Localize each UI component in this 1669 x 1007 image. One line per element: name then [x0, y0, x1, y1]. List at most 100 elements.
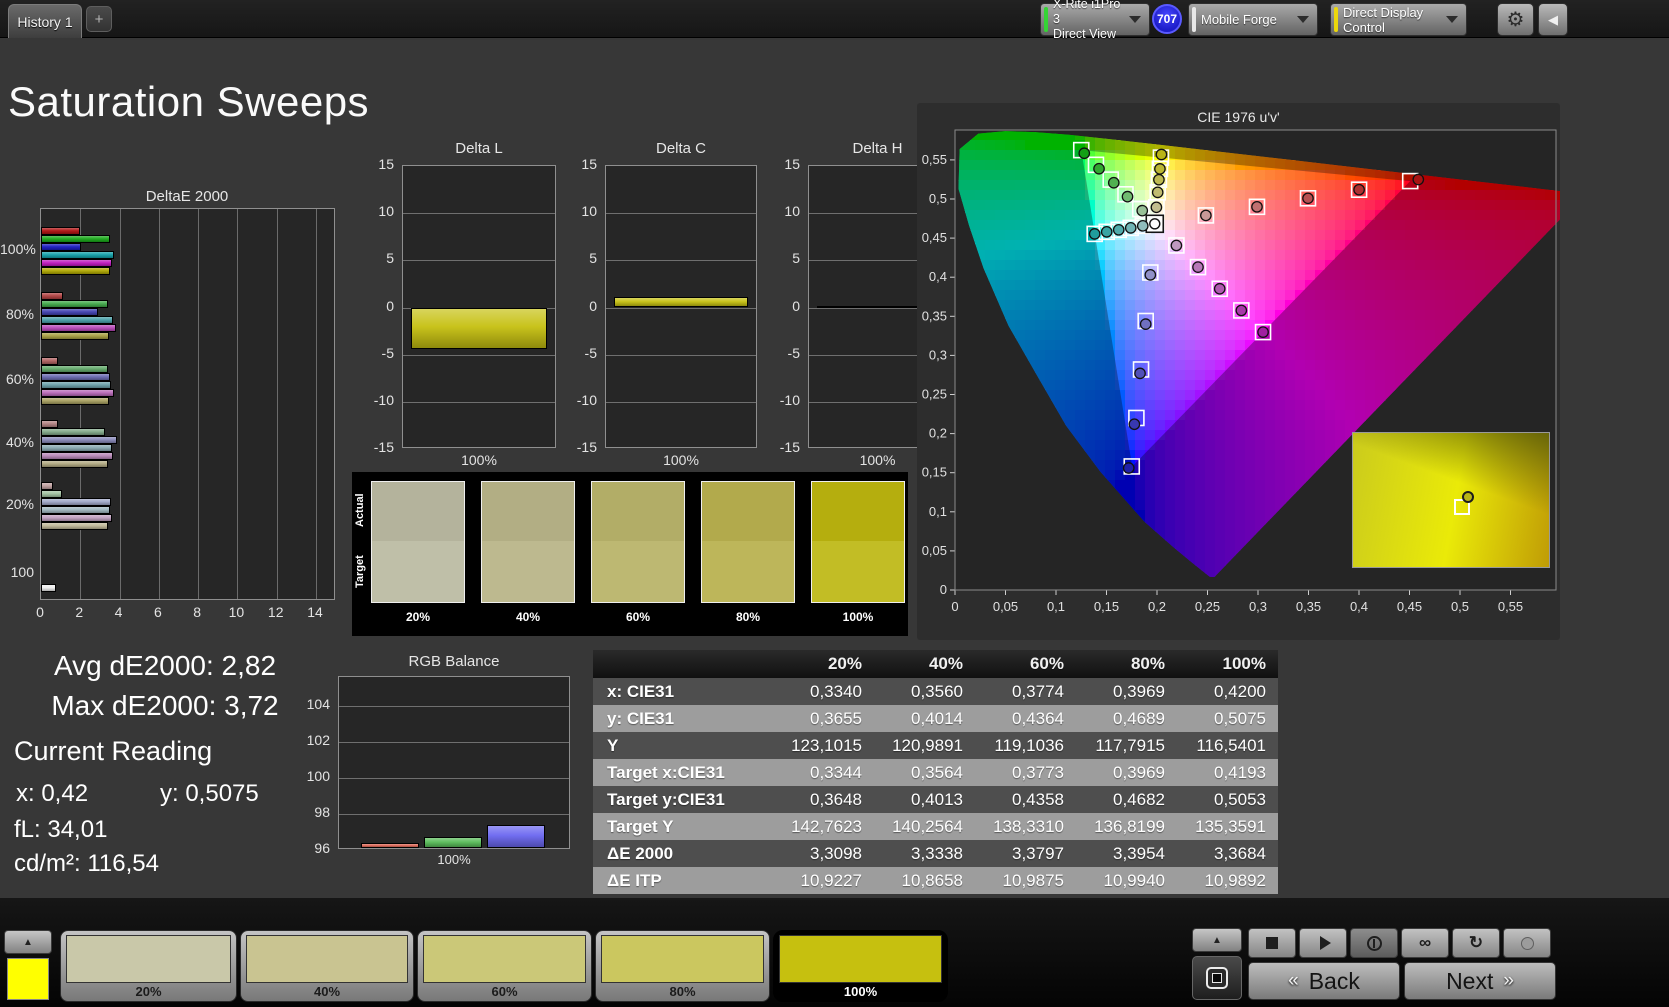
next-button[interactable]: Next »	[1404, 962, 1556, 1000]
source-dropdown[interactable]: Mobile Forge	[1188, 3, 1318, 36]
deltae-bar	[41, 324, 116, 332]
deltae-bar	[41, 267, 110, 275]
delta-y-tick-label: 15	[571, 156, 597, 172]
level-swatch	[779, 935, 942, 983]
meter-status-stripe	[1044, 7, 1048, 32]
table-row-label: Target x:CIE31	[593, 759, 773, 786]
deltae2000-x-axis: 02468101214	[40, 604, 335, 622]
deltae-bar	[41, 300, 108, 308]
settings-button[interactable]: ⚙	[1497, 3, 1534, 36]
table-cell: 0,5075	[1177, 705, 1278, 732]
deltae-bar	[41, 514, 112, 522]
deltae-x-tick-label: 10	[222, 604, 250, 620]
cie-zoom-inset[interactable]	[1352, 432, 1550, 568]
table-cell: 0,3340	[773, 678, 874, 705]
delta-y-tick-label: 10	[571, 203, 597, 219]
stop-button[interactable]	[1248, 928, 1296, 958]
meter-count-badge[interactable]: 707	[1152, 4, 1182, 34]
level-button-20%[interactable]: 20%	[60, 930, 237, 1002]
level-swatch	[423, 935, 586, 983]
record-button[interactable]	[1503, 928, 1551, 958]
meter-label: X-Rite i1Pro 3 Direct View	[1053, 0, 1129, 42]
tab-history-1[interactable]: History 1	[8, 4, 82, 38]
deltae-bar	[41, 259, 112, 267]
swatch-pair	[811, 481, 905, 603]
table-header-cell	[593, 650, 773, 678]
deltae2000-y-axis: 100%80%60%40%20%100	[0, 208, 36, 600]
rgb-y-tick-label: 100	[302, 768, 330, 784]
delta-y-tick-label: -5	[368, 345, 394, 361]
delta-y-tick-label: -10	[368, 392, 394, 408]
up-arrow-icon: ▲	[1212, 935, 1222, 946]
delta-y-tick-label: -10	[774, 392, 800, 408]
expand-right-panel-button[interactable]: ▲	[1192, 928, 1242, 952]
level-button-40%[interactable]: 40%	[240, 930, 414, 1002]
swatch-pair	[701, 481, 795, 603]
stop-icon	[1266, 937, 1278, 949]
table-row: Y123,1015120,9891119,1036117,7915116,540…	[593, 732, 1278, 759]
deltae-bar	[41, 482, 53, 490]
swatch-level-label: 80%	[701, 610, 795, 624]
deltae-y-tick-label: 80%	[0, 306, 34, 322]
play-button[interactable]	[1299, 928, 1347, 958]
svg-text:0,3: 0,3	[929, 347, 947, 362]
deltae-gridline	[237, 209, 238, 599]
table-cell: 10,9875	[975, 867, 1076, 894]
level-button-80%[interactable]: 80%	[595, 930, 770, 1002]
current-cdm2-value: cd/m²: 116,54	[14, 850, 159, 878]
table-cell: 10,9892	[1177, 867, 1278, 894]
svg-text:0,25: 0,25	[922, 387, 947, 402]
table-cell: 0,3969	[1076, 678, 1177, 705]
avg-de2000-value: Avg dE2000: 2,82	[0, 650, 330, 682]
expand-left-panel-button[interactable]: ▲	[4, 930, 52, 954]
deltae-x-tick-label: 8	[183, 604, 211, 620]
actual-swatch	[702, 482, 794, 541]
table-row-label: x: CIE31	[593, 678, 773, 705]
meter-dropdown[interactable]: X-Rite i1Pro 3 Direct View	[1040, 3, 1150, 36]
delta-l-y-axis: 151050-5-10-15	[368, 165, 398, 448]
display-control-dropdown[interactable]: Direct Display Control	[1330, 3, 1467, 36]
patch-window-button[interactable]	[1192, 956, 1242, 1000]
swatch-level-label: 60%	[591, 610, 685, 624]
delta-y-tick-label: 10	[774, 203, 800, 219]
deltae-bar	[41, 389, 114, 397]
current-fl-value: fL: 34,01	[14, 816, 107, 844]
table-cell: 0,3648	[773, 786, 874, 813]
table-cell: 0,4193	[1177, 759, 1278, 786]
deltae-y-tick-label: 100%	[0, 241, 34, 257]
table-row: Target Y142,7623140,2564138,3310136,8199…	[593, 813, 1278, 840]
table-cell: 3,3797	[975, 840, 1076, 867]
delta-gridline	[606, 355, 756, 356]
table-cell: 0,4689	[1076, 705, 1177, 732]
deltae-x-tick-label: 0	[26, 604, 54, 620]
table-cell: 10,9940	[1076, 867, 1177, 894]
bottom-bar: ▲ 20% 40%60%80%100% ▲ ∞ ↻ « Back Next »	[0, 898, 1669, 1007]
back-button[interactable]: « Back	[1248, 962, 1400, 1000]
collapse-panel-button[interactable]: ◀	[1538, 3, 1568, 36]
delta-y-tick-label: -5	[571, 345, 597, 361]
svg-text:0,4: 0,4	[1350, 599, 1368, 614]
table-cell: 0,4358	[975, 786, 1076, 813]
continuous-measure-button[interactable]: ∞	[1401, 928, 1449, 958]
delta-l-chart	[402, 165, 556, 448]
svg-text:0,35: 0,35	[922, 308, 947, 323]
deltae-bar	[41, 460, 108, 468]
max-de2000-value: Max dE2000: 3,72	[0, 690, 330, 722]
level-button-100%[interactable]: 100%	[773, 930, 948, 1002]
level-label: 20%	[61, 984, 236, 999]
svg-text:0,2: 0,2	[929, 426, 947, 441]
measure-icon	[1367, 936, 1382, 951]
repeat-button[interactable]: ↻	[1452, 928, 1500, 958]
rgb-gridline	[339, 742, 569, 743]
table-cell: 0,4014	[874, 705, 975, 732]
rgb-y-tick-label: 96	[302, 840, 330, 856]
tab-label: History 1	[17, 14, 72, 30]
add-tab-button[interactable]: +	[86, 6, 112, 32]
table-cell: 10,8658	[874, 867, 975, 894]
level-button-60%[interactable]: 60%	[417, 930, 592, 1002]
table-cell: 140,2564	[874, 813, 975, 840]
single-measure-button[interactable]	[1350, 928, 1398, 958]
actual-swatch	[372, 482, 464, 541]
rgb-gridline	[339, 814, 569, 815]
table-cell: 0,5053	[1177, 786, 1278, 813]
